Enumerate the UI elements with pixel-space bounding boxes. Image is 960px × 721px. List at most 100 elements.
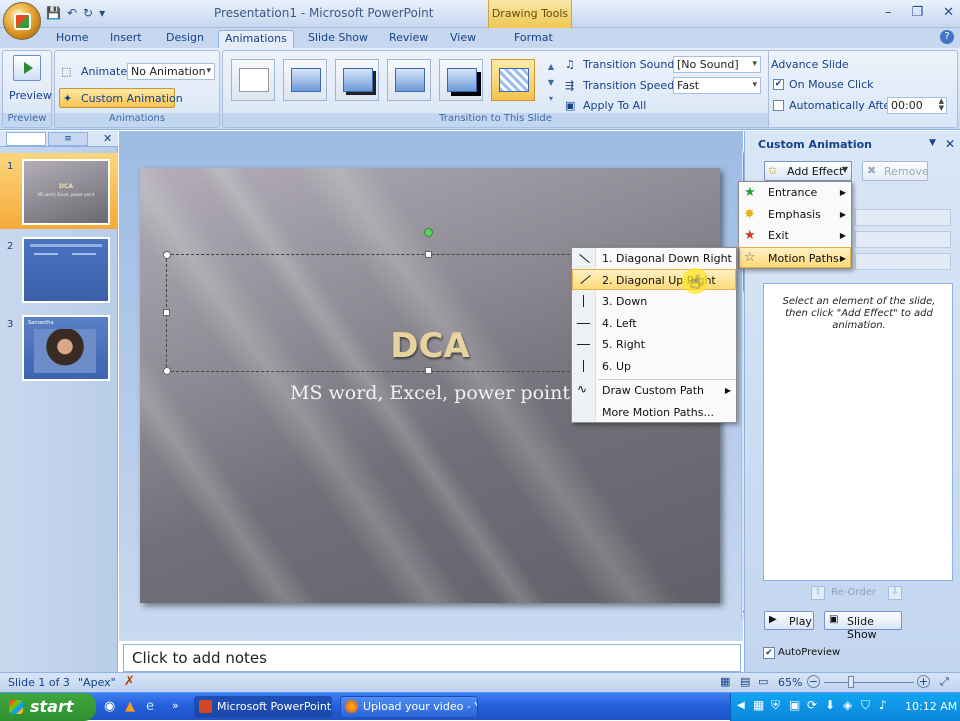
speed-dropdown[interactable] <box>855 253 951 270</box>
tab-insert[interactable]: Insert <box>104 30 148 48</box>
vlc-icon[interactable]: ▲ <box>125 699 135 714</box>
play-button[interactable]: ▶ Play <box>764 611 814 630</box>
menu-item-more-motion-paths[interactable]: More Motion Paths... <box>572 402 736 423</box>
preview-button[interactable]: Preview <box>9 89 52 102</box>
menu-item-up[interactable]: 6. Up <box>572 356 736 377</box>
office-button[interactable] <box>3 2 41 40</box>
auto-after-spinner[interactable]: 00:00 ▲ ▼ <box>887 97 947 114</box>
start-button[interactable]: start <box>0 693 96 721</box>
security-icon[interactable]: ◈ <box>843 698 852 712</box>
resize-handle[interactable] <box>163 367 171 375</box>
rotate-handle[interactable] <box>424 228 433 237</box>
menu-item-right[interactable]: 5. Right <box>572 334 736 355</box>
spellcheck-icon[interactable]: ✗ <box>124 674 135 689</box>
transition-none-thumb[interactable] <box>231 59 275 101</box>
pane-close-icon[interactable]: ✕ <box>945 137 955 151</box>
maximize-button[interactable]: ❐ <box>911 5 923 20</box>
transition-fade-thumb[interactable] <box>283 59 327 101</box>
start-dropdown[interactable] <box>855 209 951 226</box>
zoom-in-icon[interactable]: + <box>917 675 930 688</box>
help-icon[interactable]: ? <box>940 30 954 44</box>
slideshow-view-icon[interactable]: ▭ <box>758 675 768 688</box>
menu-item-diagonal-down-right[interactable]: 1. Diagonal Down Right <box>572 248 736 269</box>
apply-to-all-button[interactable]: Apply To All <box>583 99 646 112</box>
display-icon[interactable]: ▣ <box>789 698 800 712</box>
menu-item-left[interactable]: 4. Left <box>572 313 736 334</box>
pane-menu-icon[interactable]: ▼ <box>929 138 936 148</box>
transition-fade-black-thumb[interactable] <box>335 59 379 101</box>
autopreview-checkbox[interactable]: ✔ <box>763 647 775 659</box>
tab-review[interactable]: Review <box>383 30 434 48</box>
slide-thumb-2[interactable] <box>22 237 110 303</box>
animate-dropdown[interactable]: No Animation <box>127 63 215 80</box>
taskbar-item-powerpoint[interactable]: Microsoft PowerPoint ... <box>194 696 332 718</box>
panel-close-icon[interactable]: ✕ <box>103 132 112 145</box>
speed-icon: ⇶ <box>565 79 575 92</box>
resize-handle[interactable] <box>163 309 170 316</box>
gallery-scroll[interactable]: ▲ ▼ ▾ <box>545 59 557 107</box>
move-down-icon[interactable]: ⇩ <box>888 586 902 600</box>
remove-button[interactable]: ✖ Remove <box>862 161 929 181</box>
transition-speed-dropdown[interactable]: Fast <box>673 77 761 94</box>
resize-handle[interactable] <box>163 251 171 259</box>
property-dropdown[interactable] <box>855 231 951 248</box>
normal-view-icon[interactable]: ▦ <box>720 675 730 688</box>
close-button[interactable]: ✕ <box>943 5 954 20</box>
ie-icon[interactable]: e <box>146 699 154 714</box>
clock[interactable]: 10:12 AM <box>905 700 957 713</box>
tray-expand-icon[interactable]: ◀ <box>737 700 745 711</box>
undo-icon[interactable]: ↶ <box>67 6 77 20</box>
zoom-out-icon[interactable]: − <box>807 675 820 688</box>
taskbar-item-firefox[interactable]: Upload your video - Y... <box>340 696 478 718</box>
menu-item-down[interactable]: 3. Down <box>572 291 736 312</box>
menu-item-entrance[interactable]: ★ Entrance ▶ <box>739 182 851 203</box>
transition-cut-thumb[interactable] <box>387 59 431 101</box>
transition-dissolve-thumb[interactable] <box>491 59 535 101</box>
sorter-view-icon[interactable]: ▤ <box>740 675 750 688</box>
custom-animation-button[interactable]: ✦ Custom Animation <box>59 88 183 108</box>
on-mouse-click-checkbox[interactable]: ✔ <box>773 79 784 90</box>
menu-item-exit[interactable]: ★ Exit ▶ <box>739 225 851 246</box>
menu-item-motion-paths[interactable]: ☆ Motion Paths ▶ <box>739 247 851 268</box>
move-up-icon[interactable]: ⇧ <box>811 586 825 600</box>
resize-handle[interactable] <box>425 251 432 258</box>
add-effect-button[interactable]: ✩ Add Effect ▼ <box>764 161 852 181</box>
zoom-level[interactable]: 65% <box>778 676 802 689</box>
qat-more-icon[interactable]: ▾ <box>99 6 105 20</box>
download-icon[interactable]: ⬇ <box>825 698 835 712</box>
transition-sound-dropdown[interactable]: [No Sound] <box>673 56 761 73</box>
chrome-icon[interactable]: ◉ <box>104 699 115 714</box>
tab-view[interactable]: View <box>444 30 482 48</box>
redo-icon[interactable]: ↻ <box>83 6 93 20</box>
menu-item-emphasis[interactable]: ✸ Emphasis ▶ <box>739 204 851 225</box>
save-icon[interactable]: 💾 <box>46 6 61 20</box>
slide-thumb-1[interactable]: DCA MS word, Excel, power point <box>22 159 110 225</box>
quick-launch-more-icon[interactable]: » <box>172 699 179 712</box>
tab-design[interactable]: Design <box>160 30 210 48</box>
tab-format[interactable]: Format <box>508 30 559 48</box>
reorder-label: Re-Order <box>831 587 876 598</box>
outline-tab[interactable]: ≡ <box>48 132 88 146</box>
network-icon[interactable]: ▦ <box>753 698 764 712</box>
tab-animations[interactable]: Animations <box>218 30 294 48</box>
slide-thumb-3[interactable]: Samantha <box>22 315 110 381</box>
volume-icon[interactable]: ♪ <box>879 698 887 712</box>
tab-slide-show[interactable]: Slide Show <box>302 30 374 48</box>
auto-after-checkbox[interactable] <box>773 100 784 111</box>
zoom-slider-thumb[interactable] <box>848 676 854 688</box>
tray-shield-icon[interactable]: ⛉ <box>861 698 870 713</box>
fit-to-window-icon[interactable]: ⤢ <box>940 675 949 689</box>
resize-handle[interactable] <box>425 367 432 374</box>
zoom-slider[interactable] <box>824 682 914 683</box>
menu-item-draw-custom-path[interactable]: ∿ Draw Custom Path ▶ <box>572 380 736 401</box>
tab-home[interactable]: Home <box>50 30 94 48</box>
notes-pane[interactable]: Click to add notes <box>123 644 741 672</box>
animation-list[interactable]: Select an element of the slide, then cli… <box>763 283 953 581</box>
transition-cut-black-thumb[interactable] <box>439 59 483 101</box>
minimize-button[interactable]: – <box>885 5 892 20</box>
slide-show-button[interactable]: ▣ Slide Show <box>824 611 902 641</box>
refresh-icon[interactable]: ⟳ <box>807 698 817 712</box>
slides-tab[interactable] <box>6 132 46 146</box>
menu-item-diagonal-up-right[interactable]: 2. Diagonal Up Right <box>572 269 736 290</box>
shield-icon[interactable]: ⛨ <box>771 698 780 713</box>
